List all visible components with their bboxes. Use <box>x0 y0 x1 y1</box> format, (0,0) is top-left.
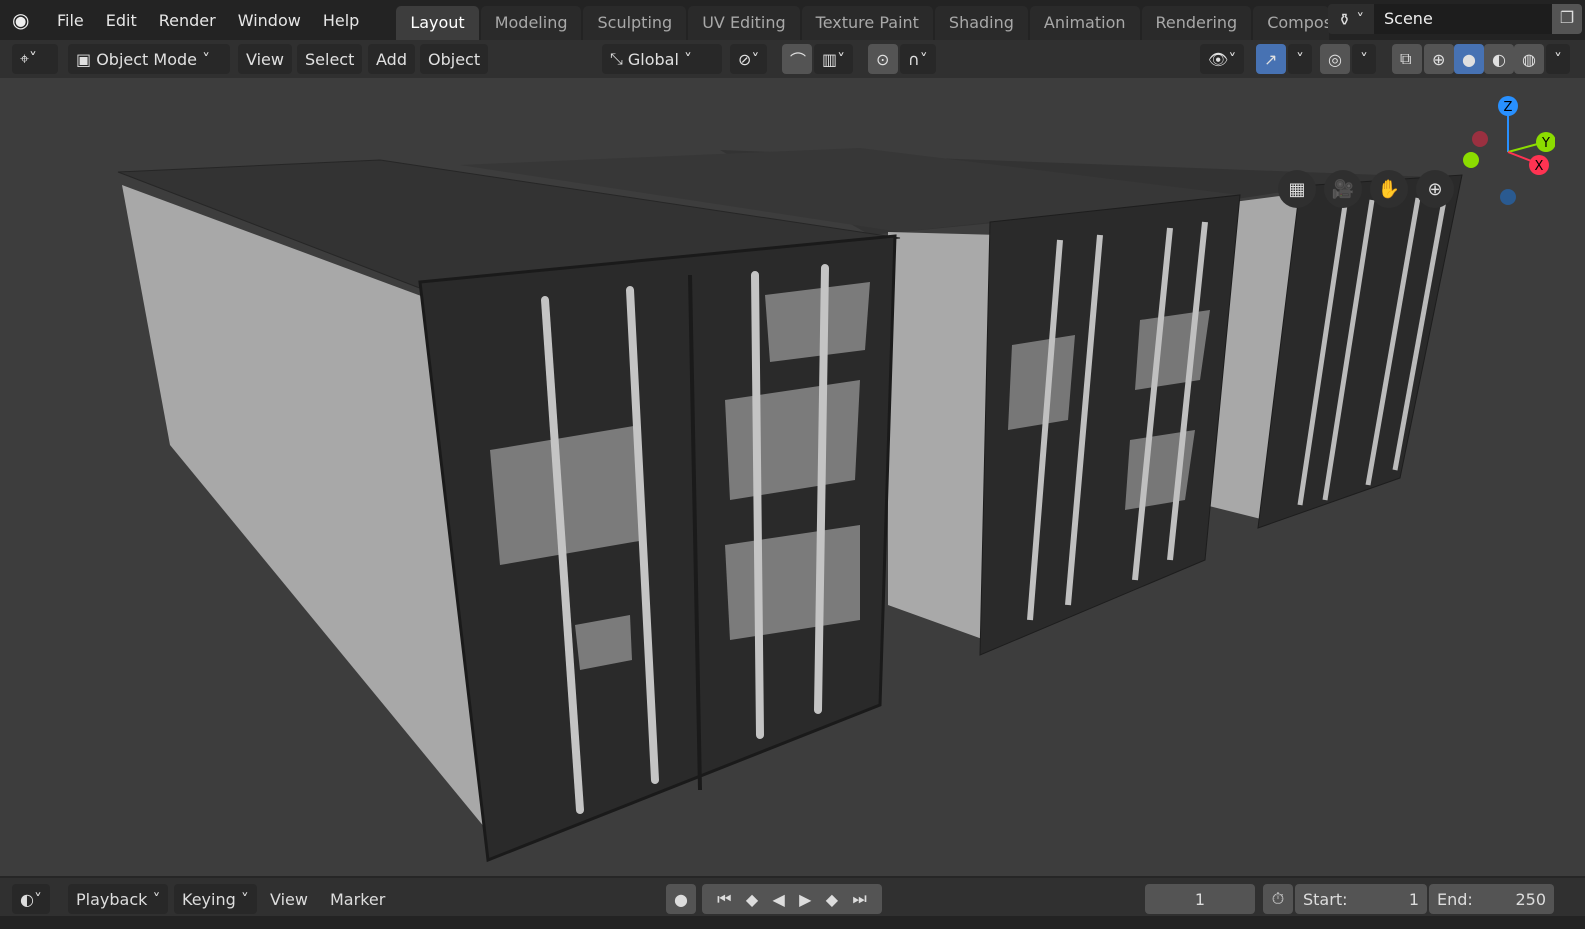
tab-texture-paint[interactable]: Texture Paint <box>801 6 933 40</box>
rendered-shading-icon[interactable]: ◍ <box>1514 44 1544 74</box>
current-frame-field[interactable]: 1 <box>1145 884 1255 914</box>
camera-view-icon[interactable]: 🎥 <box>1324 170 1362 208</box>
tab-compositing[interactable]: Compos <box>1253 6 1330 40</box>
tab-modeling[interactable]: Modeling <box>480 6 582 40</box>
playback-controls: ⏮ ◆ ◀ ▶ ◆ ⏭ <box>702 884 882 914</box>
record-icon[interactable]: ● <box>666 884 696 914</box>
timeline-header: ◐˅ Playback ˅ Keying ˅ View Marker ● ⏮ ◆ ◀… <box>0 876 1585 916</box>
xray-icon[interactable]: ⧉ <box>1392 44 1422 74</box>
prev-keyframe-icon[interactable]: ◆ <box>746 890 758 909</box>
overlays-icon[interactable]: ◎ <box>1320 44 1350 74</box>
mode-dropdown[interactable]: ▣ Object Mode ˅ <box>68 44 230 74</box>
scene-selector[interactable]: ⚱ ˅ Scene ❐ <box>1328 4 1582 34</box>
3d-viewport[interactable]: ▦ 🎥 ✋ ⊕ Z Y X <box>0 78 1585 876</box>
timeline-view-menu[interactable]: View <box>262 884 316 914</box>
menu-add[interactable]: Add <box>368 44 415 74</box>
shading-dropdown-icon[interactable]: ˅ <box>1546 44 1570 74</box>
svg-text:X: X <box>1535 159 1544 174</box>
scene-name[interactable]: Scene <box>1374 4 1552 34</box>
keying-dropdown[interactable]: Keying ˅ <box>174 884 257 914</box>
new-scene-icon[interactable]: ❐ <box>1552 4 1582 34</box>
timeline-marker-menu[interactable]: Marker <box>322 884 393 914</box>
snap-icon[interactable]: ⌒ <box>782 44 812 74</box>
play-reverse-icon[interactable]: ◀ <box>773 890 785 909</box>
falloff-icon[interactable]: ∩˅ <box>900 44 936 74</box>
menu-window[interactable]: Window <box>227 11 312 30</box>
zoom-icon[interactable]: ⊕ <box>1416 170 1454 208</box>
container-front <box>117 159 901 863</box>
tab-animation[interactable]: Animation <box>1029 6 1140 40</box>
material-shading-icon[interactable]: ◐ <box>1484 44 1514 74</box>
snap-target-icon[interactable]: ▥˅ <box>814 44 854 74</box>
solid-shading-icon[interactable]: ● <box>1454 44 1484 74</box>
tab-sculpting[interactable]: Sculpting <box>583 6 687 40</box>
menu-object[interactable]: Object <box>420 44 489 74</box>
workspace-tabs: Layout Modeling Sculpting UV Editing Tex… <box>396 6 1331 40</box>
top-bar: ◉ File Edit Render Window Help Layout Mo… <box>0 0 1585 40</box>
wireframe-shading-icon[interactable]: ⊕ <box>1424 44 1454 74</box>
proportional-edit-icon[interactable]: ⊙ <box>868 44 898 74</box>
jump-end-icon[interactable]: ⏭ <box>852 889 866 909</box>
gizmo-dropdown-icon[interactable]: ˅ <box>1288 44 1312 74</box>
menu-view[interactable]: View <box>238 44 292 74</box>
perspective-toggle-icon[interactable]: ▦ <box>1278 170 1316 208</box>
overlays-dropdown-icon[interactable]: ˅ <box>1352 44 1376 74</box>
status-bar <box>0 916 1585 929</box>
jump-start-icon[interactable]: ⏮ <box>717 889 731 909</box>
visibility-icon[interactable]: 👁˅ <box>1200 44 1245 74</box>
object-mode-icon: ▣ <box>76 49 97 69</box>
scene-icon[interactable]: ⚱ ˅ <box>1328 4 1374 34</box>
timeline-editor-type-icon[interactable]: ◐˅ <box>12 884 50 914</box>
editor-type-icon[interactable]: ⌖˅ <box>12 44 58 74</box>
orientation-icon: ⤡ <box>610 49 628 68</box>
blender-logo-icon[interactable]: ◉ <box>12 8 40 32</box>
pivot-icon[interactable]: ⊘˅ <box>730 44 768 74</box>
menu-edit[interactable]: Edit <box>95 11 148 30</box>
menu-select[interactable]: Select <box>297 44 363 74</box>
next-keyframe-icon[interactable]: ◆ <box>826 890 838 909</box>
tab-rendering[interactable]: Rendering <box>1141 6 1252 40</box>
orientation-dropdown[interactable]: ⤡ Global ˅ <box>602 44 722 74</box>
menu-help[interactable]: Help <box>312 11 370 30</box>
tab-uv-editing[interactable]: UV Editing <box>688 6 800 40</box>
menu-file[interactable]: File <box>46 11 95 30</box>
svg-text:Z: Z <box>1504 100 1513 115</box>
viewport-header: ⌖˅ ▣ Object Mode ˅ View Select Add Objec… <box>0 40 1585 78</box>
start-frame-field[interactable]: Start: 1 <box>1295 884 1427 914</box>
menu-render[interactable]: Render <box>148 11 227 30</box>
navigation-gizmo[interactable]: Z Y X <box>1455 92 1555 212</box>
gizmo-toggle-icon[interactable]: ↗ <box>1256 44 1286 74</box>
preview-range-icon[interactable]: ⏱ <box>1263 884 1293 914</box>
svg-text:Y: Y <box>1541 136 1550 151</box>
tab-layout[interactable]: Layout <box>396 6 479 40</box>
tab-shading[interactable]: Shading <box>934 6 1028 40</box>
play-icon[interactable]: ▶ <box>799 890 811 909</box>
playback-dropdown[interactable]: Playback ˅ <box>68 884 169 914</box>
pan-hand-icon[interactable]: ✋ <box>1370 170 1408 208</box>
end-frame-field[interactable]: End: 250 <box>1429 884 1554 914</box>
